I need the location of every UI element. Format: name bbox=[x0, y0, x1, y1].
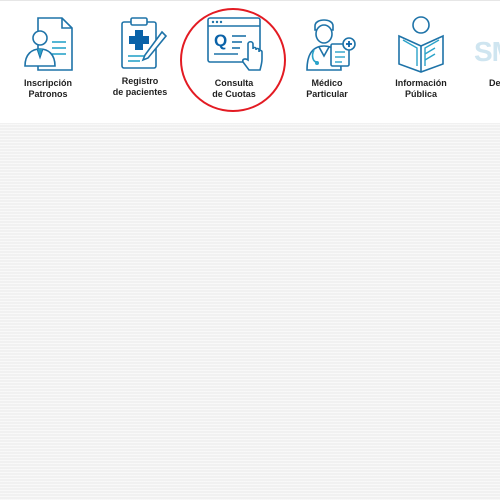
nav-label-line2: de pacientes bbox=[112, 87, 168, 97]
nav-label-line2: Pública bbox=[404, 89, 437, 99]
nav-label-line1: Información bbox=[395, 78, 447, 88]
nav-label: Médico Particular bbox=[282, 78, 372, 100]
nav-item-informacion-publica[interactable]: Información Pública bbox=[376, 14, 466, 114]
top-divider bbox=[0, 0, 500, 1]
nav-label-line2: Particular bbox=[306, 89, 348, 99]
nav-label: Información Pública bbox=[376, 78, 466, 100]
nav-label-partial: De bbox=[489, 78, 500, 89]
nav-label: Inscripción Patronos bbox=[3, 78, 93, 100]
medical-clipboard-icon bbox=[121, 17, 168, 69]
nav-label-line1: Inscripción bbox=[23, 78, 72, 88]
public-info-book-icon bbox=[398, 16, 444, 73]
sm-logo-icon[interactable]: SM bbox=[474, 36, 500, 68]
nav-label-line1: Registro bbox=[121, 76, 159, 86]
nav-label-line2: Patronos bbox=[28, 89, 68, 99]
top-navigation-bar: Inscripción Patronos Registro de pacient… bbox=[0, 0, 500, 123]
nav-label-line1: Médico bbox=[311, 78, 343, 88]
nav-item-registro-pacientes[interactable]: Registro de pacientes bbox=[95, 14, 185, 114]
nav-label: Registro de pacientes bbox=[95, 76, 185, 98]
employer-badge-icon bbox=[24, 17, 73, 71]
nav-item-medico-particular[interactable]: Médico Particular bbox=[282, 14, 372, 114]
highlight-circle bbox=[180, 8, 286, 112]
nav-label-line1: De bbox=[489, 78, 500, 88]
doctor-icon bbox=[306, 19, 356, 71]
page-content-area bbox=[0, 123, 500, 500]
nav-item-inscripcion-patronos[interactable]: Inscripción Patronos bbox=[3, 14, 93, 114]
